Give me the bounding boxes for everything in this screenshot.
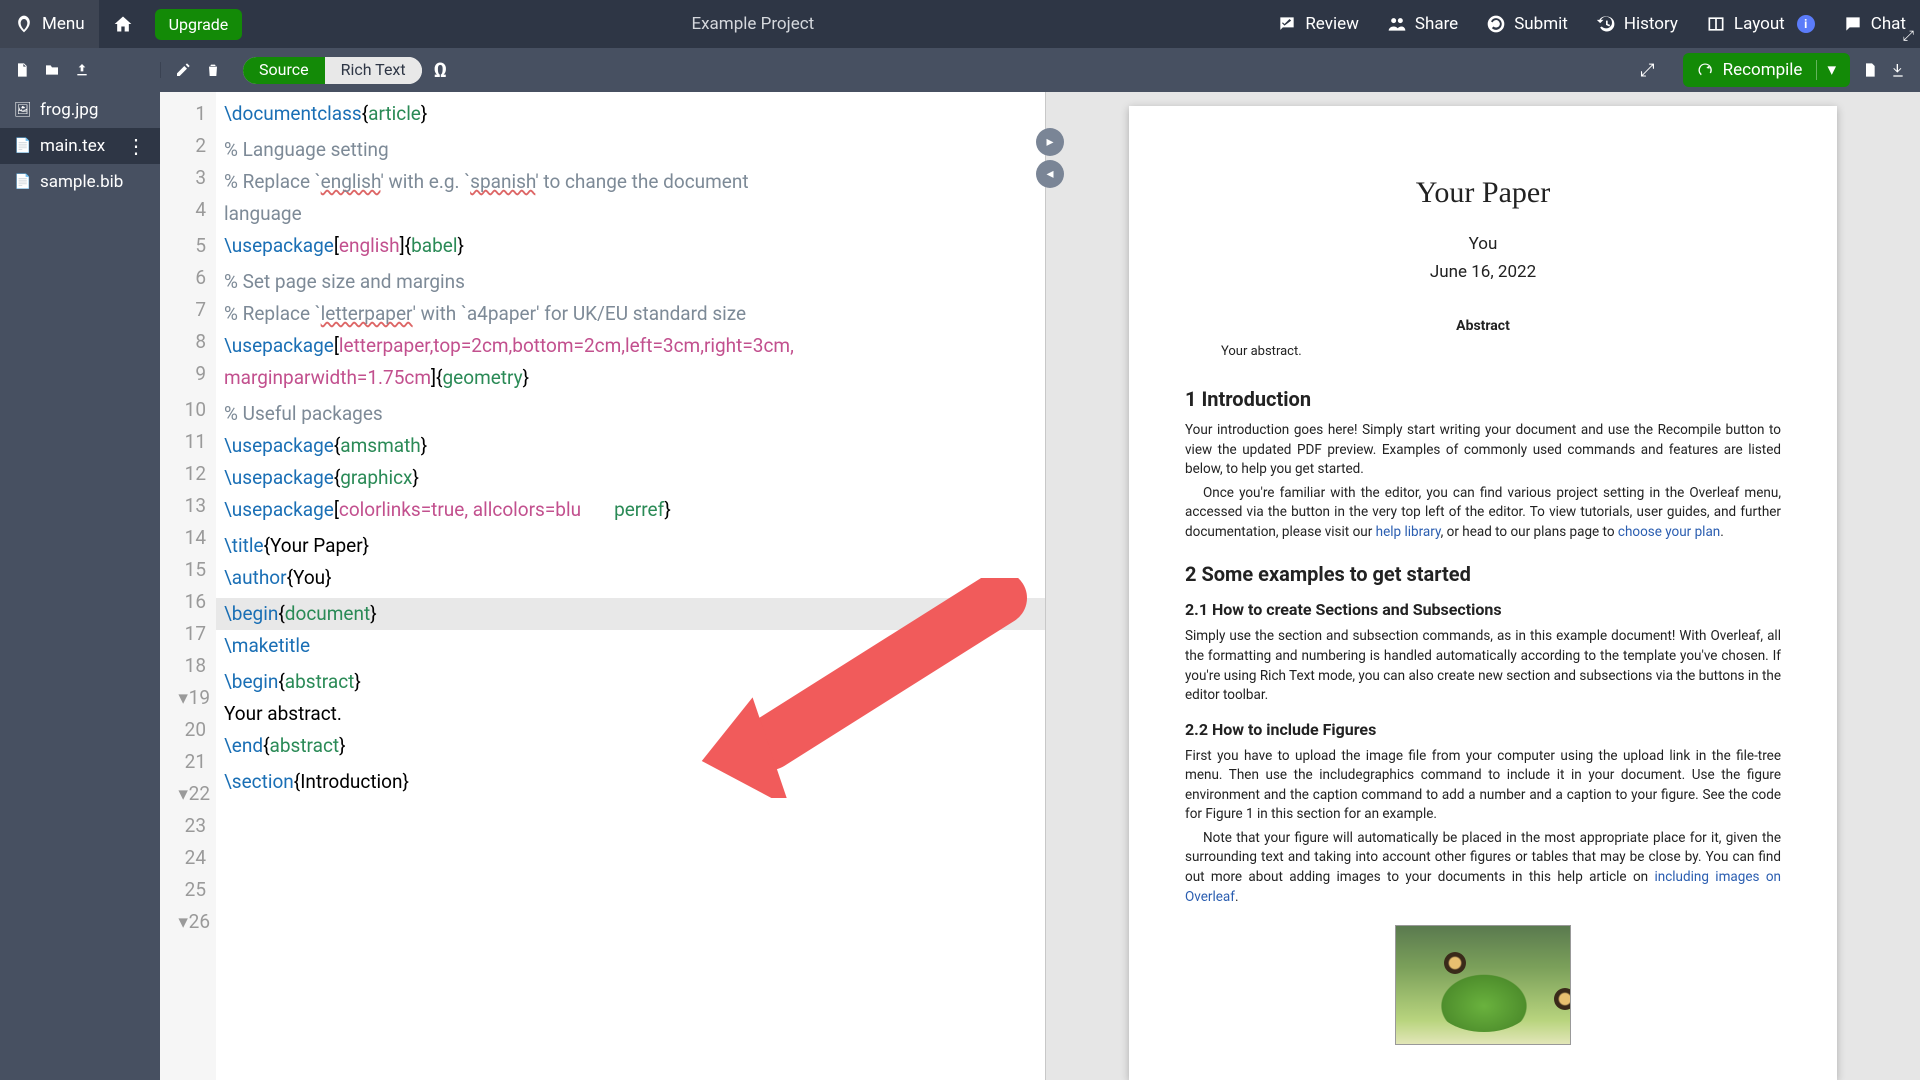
code-line[interactable]: language xyxy=(216,198,1045,230)
subsection-2-1: 2.1 How to create Sections and Subsectio… xyxy=(1185,600,1781,619)
code-line[interactable]: marginparwidth=1.75cm]{geometry} xyxy=(216,362,1045,394)
code-line[interactable]: \title{Your Paper} xyxy=(216,530,1045,562)
paper-title: Your Paper xyxy=(1185,176,1781,210)
sub-toolbar: Source Rich Text Ω ⤢ Recompile ▾ xyxy=(0,48,1920,92)
collapse-left-icon[interactable]: ◂ xyxy=(1036,160,1064,188)
paragraph: Once you're familiar with the editor, yo… xyxy=(1185,484,1781,543)
section-2: 2 Some examples to get started xyxy=(1185,562,1781,586)
code-line[interactable]: % Language setting xyxy=(216,134,1045,166)
new-file-icon[interactable] xyxy=(14,62,30,78)
code-line[interactable]: \author{You} xyxy=(216,562,1045,594)
fullscreen-icon[interactable]: ⤢ xyxy=(1903,28,1914,44)
file-item-main-tex[interactable]: 📄main.tex⋮ xyxy=(0,128,160,164)
panel-divider[interactable]: ▸ ◂ xyxy=(1036,128,1064,192)
layout-button[interactable]: Layouti xyxy=(1692,0,1829,48)
code-area[interactable]: \documentclass{article} % Language settin… xyxy=(216,92,1045,1080)
subsection-2-2: 2.2 How to include Figures xyxy=(1185,720,1781,739)
image-icon: 🖼 xyxy=(14,102,30,118)
menu-label: Menu xyxy=(42,14,85,34)
top-bar: Menu Upgrade Example Project Review Shar… xyxy=(0,0,1920,48)
info-badge-icon: i xyxy=(1797,15,1815,33)
abstract-heading: Abstract xyxy=(1185,318,1781,334)
file-tree-actions xyxy=(0,62,160,78)
line-gutter: 123456789101112131415161718▾ 192021▾ 222… xyxy=(160,92,216,1080)
code-editor[interactable]: 123456789101112131415161718▾ 192021▾ 222… xyxy=(160,92,1046,1080)
chat-icon xyxy=(1843,14,1863,34)
file-icon: 📄 xyxy=(14,138,30,154)
code-line[interactable]: \maketitle xyxy=(216,630,1045,662)
new-folder-icon[interactable] xyxy=(44,62,60,78)
topbar-left: Menu Upgrade xyxy=(0,0,242,48)
history-icon xyxy=(1596,14,1616,34)
code-line[interactable]: Your abstract. xyxy=(216,698,1045,730)
share-icon xyxy=(1387,14,1407,34)
code-line[interactable]: % Replace `letterpaper' with `a4paper' f… xyxy=(216,298,1045,330)
pdf-preview[interactable]: Your Paper You June 16, 2022 Abstract Yo… xyxy=(1046,92,1920,1080)
code-line[interactable]: \end{abstract} xyxy=(216,730,1045,762)
review-button[interactable]: Review xyxy=(1263,0,1373,48)
code-line[interactable]: \begin{document} xyxy=(216,598,1045,630)
review-icon xyxy=(1277,14,1297,34)
submit-button[interactable]: Submit xyxy=(1472,0,1582,48)
recompile-dropdown-icon[interactable]: ▾ xyxy=(1816,60,1836,80)
pdf-page: Your Paper You June 16, 2022 Abstract Yo… xyxy=(1129,106,1837,1080)
history-button[interactable]: History xyxy=(1582,0,1692,48)
code-line[interactable]: \section{Introduction} xyxy=(216,766,1045,798)
figure-image xyxy=(1395,925,1571,1045)
home-icon xyxy=(113,14,133,34)
download-icon[interactable] xyxy=(1890,62,1906,78)
paragraph: Your introduction goes here! Simply star… xyxy=(1185,421,1781,480)
delete-icon[interactable] xyxy=(205,62,221,78)
section-1: 1 Introduction xyxy=(1185,387,1781,411)
editor-actions xyxy=(160,62,235,78)
code-line[interactable]: \usepackage[colorlinks=true, allcolors=b… xyxy=(216,494,1045,526)
code-line[interactable]: \usepackage[english]{babel} xyxy=(216,230,1045,262)
topbar-right: Review Share Submit History Layouti Chat xyxy=(1263,0,1920,48)
submit-icon xyxy=(1486,14,1506,34)
paper-date: June 16, 2022 xyxy=(1185,262,1781,282)
collapse-right-icon[interactable]: ▸ xyxy=(1036,128,1064,156)
code-line[interactable]: % Set page size and margins xyxy=(216,266,1045,298)
code-line[interactable]: % Replace `english' with e.g. `spanish' … xyxy=(216,166,1045,198)
code-line[interactable]: \begin{abstract} xyxy=(216,666,1045,698)
logs-icon[interactable] xyxy=(1862,62,1878,78)
code-line[interactable]: \usepackage{amsmath} xyxy=(216,430,1045,462)
source-mode-button[interactable]: Source xyxy=(243,57,325,84)
view-mode-toggle: Source Rich Text xyxy=(243,57,422,84)
upgrade-button[interactable]: Upgrade xyxy=(155,9,243,40)
refresh-icon xyxy=(1697,62,1713,78)
menu-button[interactable]: Menu xyxy=(0,0,99,48)
code-line[interactable]: % Useful packages xyxy=(216,398,1045,430)
file-icon: 📄 xyxy=(14,174,30,190)
editor-fullscreen-icon[interactable]: ⤢ xyxy=(1640,60,1654,81)
edit-icon[interactable] xyxy=(175,62,191,78)
recompile-button[interactable]: Recompile ▾ xyxy=(1683,53,1850,87)
project-title[interactable]: Example Project xyxy=(242,14,1263,34)
home-button[interactable] xyxy=(99,0,147,48)
main-area: 🖼frog.jpg📄main.tex⋮📄sample.bib 123456789… xyxy=(0,92,1920,1080)
abstract-text: Your abstract. xyxy=(1185,344,1781,359)
code-line[interactable]: \usepackage{graphicx} xyxy=(216,462,1045,494)
paragraph: First you have to upload the image file … xyxy=(1185,747,1781,825)
rich-text-mode-button[interactable]: Rich Text xyxy=(325,57,422,84)
overleaf-logo-icon xyxy=(14,14,34,34)
upload-icon[interactable] xyxy=(74,62,90,78)
pdf-toolbar: Recompile ▾ xyxy=(1669,53,1920,87)
paper-author: You xyxy=(1185,234,1781,254)
paragraph: Simply use the section and subsection co… xyxy=(1185,627,1781,705)
layout-icon xyxy=(1706,14,1726,34)
file-item-frog-jpg[interactable]: 🖼frog.jpg xyxy=(0,92,160,128)
paragraph: Note that your figure will automatically… xyxy=(1185,829,1781,907)
code-line[interactable]: \usepackage[letterpaper,top=2cm,bottom=2… xyxy=(216,330,1045,362)
code-line[interactable]: \documentclass{article} xyxy=(216,98,1045,130)
file-item-sample-bib[interactable]: 📄sample.bib xyxy=(0,164,160,200)
symbol-palette-button[interactable]: Ω xyxy=(434,58,447,82)
file-tree: 🖼frog.jpg📄main.tex⋮📄sample.bib xyxy=(0,92,160,1080)
share-button[interactable]: Share xyxy=(1373,0,1472,48)
file-menu-icon[interactable]: ⋮ xyxy=(126,141,146,151)
